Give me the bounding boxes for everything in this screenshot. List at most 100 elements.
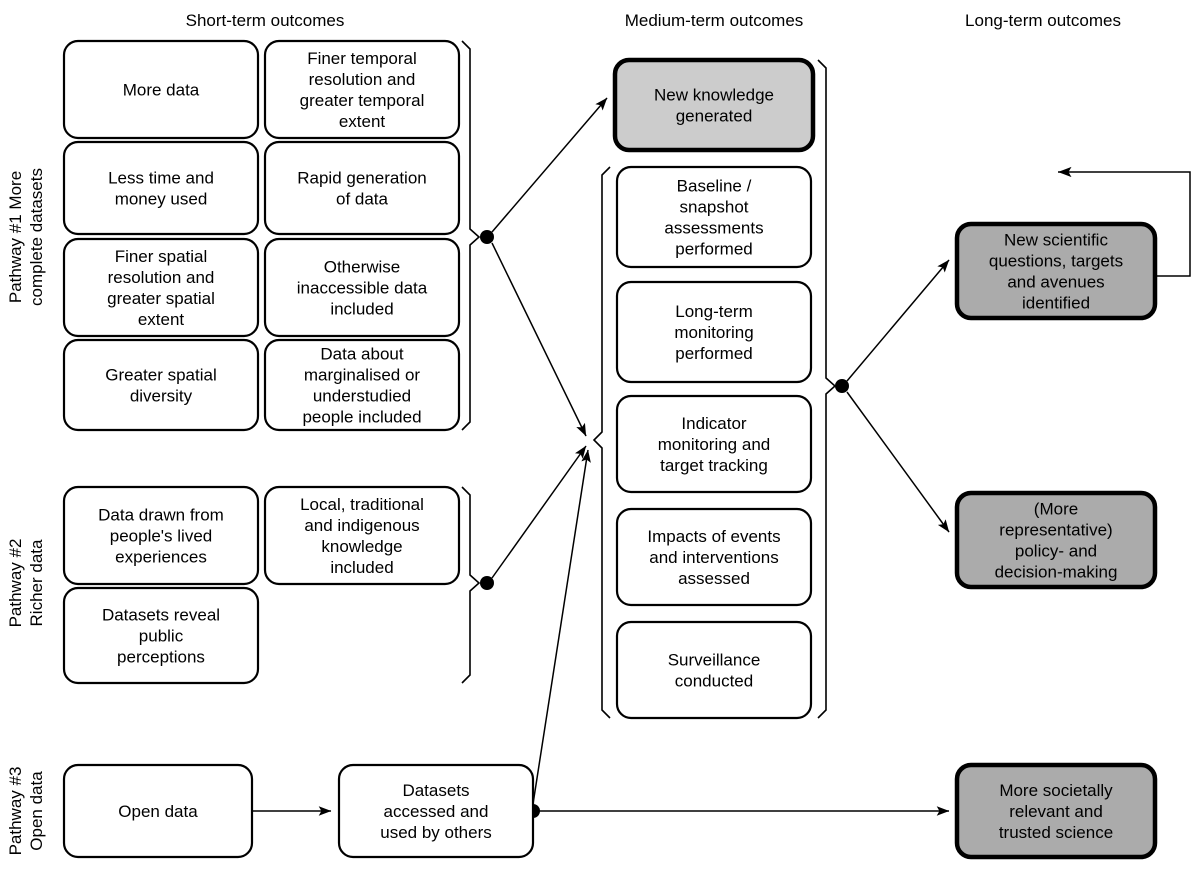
outcome-box-rect-rapid-generation [263,140,461,236]
column-header-medium-term: Medium-term outcomes [625,11,804,30]
outcome-box-rect-greater-spatial-diversity [62,338,260,432]
outcome-boxes: More data Finer temporal resolution and gre… [62,39,1158,860]
outcome-box-societally-relevant-science: More societally relevant and trusted scien… [954,762,1158,860]
outcome-box-data-lived-experiences: Data drawn from people's lived experiences [62,485,260,586]
column-header-long-term: Long-term outcomes [965,11,1121,30]
outcome-box-label-local-traditional-knowledge: knowledge [321,537,402,556]
outcome-box-label-datasets-accessed: Datasets [402,781,469,800]
outcome-box-label-less-time-money: money used [115,190,208,209]
outcome-box-rect-new-knowledge-generated [612,57,816,153]
outcome-box-label-societally-relevant-science: relevant and [1009,802,1103,821]
outcome-box-label-finer-spatial: resolution and [108,268,215,287]
outcome-box-label-baseline-snapshot: assessments [664,219,763,238]
outcome-box-indicator-monitoring: Indicator monitoring and target tracking [615,394,813,494]
outcome-box-label-societally-relevant-science: More societally [999,781,1113,800]
bracket-pathway-1 [461,40,481,431]
pathway-label-3-line-1: Pathway #3 [6,767,25,856]
outcome-box-label-more-data: More data [123,81,200,100]
arrow-p1-to-new-knowledge [491,97,608,233]
bracket-pathway-2 [461,486,481,684]
outcome-box-label-otherwise-inaccessible: Otherwise [324,258,401,277]
outcome-box-label-long-term-monitoring: monitoring [674,323,753,342]
outcome-box-label-data-about-marginalised: people included [302,408,421,427]
outcome-box-label-indicator-monitoring: Indicator [681,414,747,433]
outcome-box-label-data-about-marginalised: marginalised or [304,366,421,385]
outcome-box-less-time-money: Less time and money used [62,140,260,236]
outcome-box-more-data: More data [62,39,260,140]
outcome-box-label-finer-spatial: extent [138,310,185,329]
outcome-box-label-new-knowledge-generated: New knowledge [654,86,774,105]
outcome-box-label-rapid-generation: Rapid generation [297,169,426,188]
outcome-box-impacts-events-interventions: Impacts of events and interventions assess… [615,507,813,607]
pathway-labels: Pathway #1 More complete datasets Pathwa… [6,168,46,855]
outcome-box-label-data-lived-experiences: Data drawn from [98,506,224,525]
pathway-label-1-line-1: Pathway #1 More [6,171,25,303]
outcome-box-label-local-traditional-knowledge: and indigenous [304,516,419,535]
outcome-box-label-local-traditional-knowledge: Local, traditional [300,495,424,514]
outcome-box-label-policy-decision-making: decision-making [995,563,1118,582]
outcome-box-label-indicator-monitoring: monitoring and [658,435,770,454]
outcome-box-label-indicator-monitoring: target tracking [660,456,768,475]
pathway-label-3: Pathway #3 Open data [6,767,46,856]
outcome-box-label-impacts-events-interventions: Impacts of events [647,527,780,546]
outcome-box-label-policy-decision-making: (More [1034,500,1078,519]
outcome-box-label-surveillance-conducted: Surveillance [668,651,761,670]
outcome-box-label-greater-spatial-diversity: Greater spatial [105,366,217,385]
column-header-short-term: Short-term outcomes [186,11,345,30]
outcome-box-label-new-scientific-questions: questions, targets [989,252,1123,271]
outcome-box-label-finer-spatial: Finer spatial [115,247,208,266]
outcome-box-label-new-scientific-questions: New scientific [1004,231,1108,250]
outcome-box-long-term-monitoring: Long-term monitoring performed [615,280,813,384]
junction-pathway-1 [480,230,494,244]
outcome-box-label-datasets-public-perceptions: public [139,627,184,646]
pathway-label-2: Pathway #2 Richer data [6,539,46,628]
outcome-box-rect-less-time-money [62,140,260,236]
pathway-label-1-line-2: complete datasets [27,168,46,306]
outcome-box-new-knowledge-generated: New knowledge generated [612,57,816,153]
outcome-box-label-data-lived-experiences: people's lived [110,527,212,546]
outcome-box-rect-surveillance-conducted [615,620,813,720]
outcome-box-datasets-public-perceptions: Datasets reveal public perceptions [62,586,260,685]
junction-medium [835,379,849,393]
outcome-box-label-baseline-snapshot: Baseline / [677,177,752,196]
outcome-box-label-datasets-accessed: accessed and [384,802,489,821]
outcome-box-datasets-accessed: Datasets accessed and used by others [337,763,535,859]
outcome-box-label-policy-decision-making: policy- and [1015,542,1097,561]
outcome-box-finer-temporal: Finer temporal resolution and greater temp… [263,39,461,140]
outcome-box-rapid-generation: Rapid generation of data [263,140,461,236]
outcome-box-local-traditional-knowledge: Local, traditional and indigenous knowledg… [263,485,461,586]
outcome-box-label-surveillance-conducted: conducted [675,672,753,691]
outcome-box-label-local-traditional-knowledge: included [330,558,393,577]
outcome-box-label-finer-temporal: extent [339,112,386,131]
outcome-box-label-new-scientific-questions: identified [1022,294,1090,313]
outcome-box-label-baseline-snapshot: performed [675,240,752,259]
arrow-medium-to-policy [846,391,950,533]
outcome-box-label-impacts-events-interventions: and interventions [649,548,778,567]
pathway-label-2-line-2: Richer data [27,539,46,626]
outcome-box-label-otherwise-inaccessible: inaccessible data [297,279,428,298]
arrow-medium-to-new-questions [846,259,950,382]
outcome-box-label-policy-decision-making: representative) [999,521,1112,540]
arrow-p3-to-medium-group [532,449,591,805]
outcome-box-label-datasets-public-perceptions: perceptions [117,648,205,667]
outcome-box-open-data: Open data [62,763,254,859]
outcome-box-data-about-marginalised: Data about marginalised or understudied peo… [263,338,461,432]
outcome-box-label-rapid-generation: of data [336,190,389,209]
pathway-label-2-line-1: Pathway #2 [6,539,25,628]
outcome-box-new-scientific-questions: New scientific questions, targets and aven… [954,221,1158,321]
outcome-box-label-data-about-marginalised: Data about [320,345,403,364]
outcome-box-greater-spatial-diversity: Greater spatial diversity [62,338,260,432]
outcome-box-label-new-knowledge-generated: generated [676,107,753,126]
outcome-box-label-less-time-money: Less time and [108,169,214,188]
theory-of-change-diagram: Short-term outcomes Medium-term outcomes… [6,11,1191,860]
outcome-box-otherwise-inaccessible: Otherwise inaccessible data included [263,237,461,338]
outcome-box-baseline-snapshot: Baseline / snapshot assessments performed [615,165,813,269]
outcome-box-label-greater-spatial-diversity: diversity [130,387,193,406]
outcome-box-label-datasets-public-perceptions: Datasets reveal [102,606,220,625]
bracket-medium-right [817,59,837,719]
outcome-box-surveillance-conducted: Surveillance conducted [615,620,813,720]
bracket-medium-left [592,166,611,719]
outcome-box-label-impacts-events-interventions: assessed [678,569,750,588]
outcome-box-label-baseline-snapshot: snapshot [680,198,749,217]
outcome-box-label-open-data: Open data [118,802,198,821]
